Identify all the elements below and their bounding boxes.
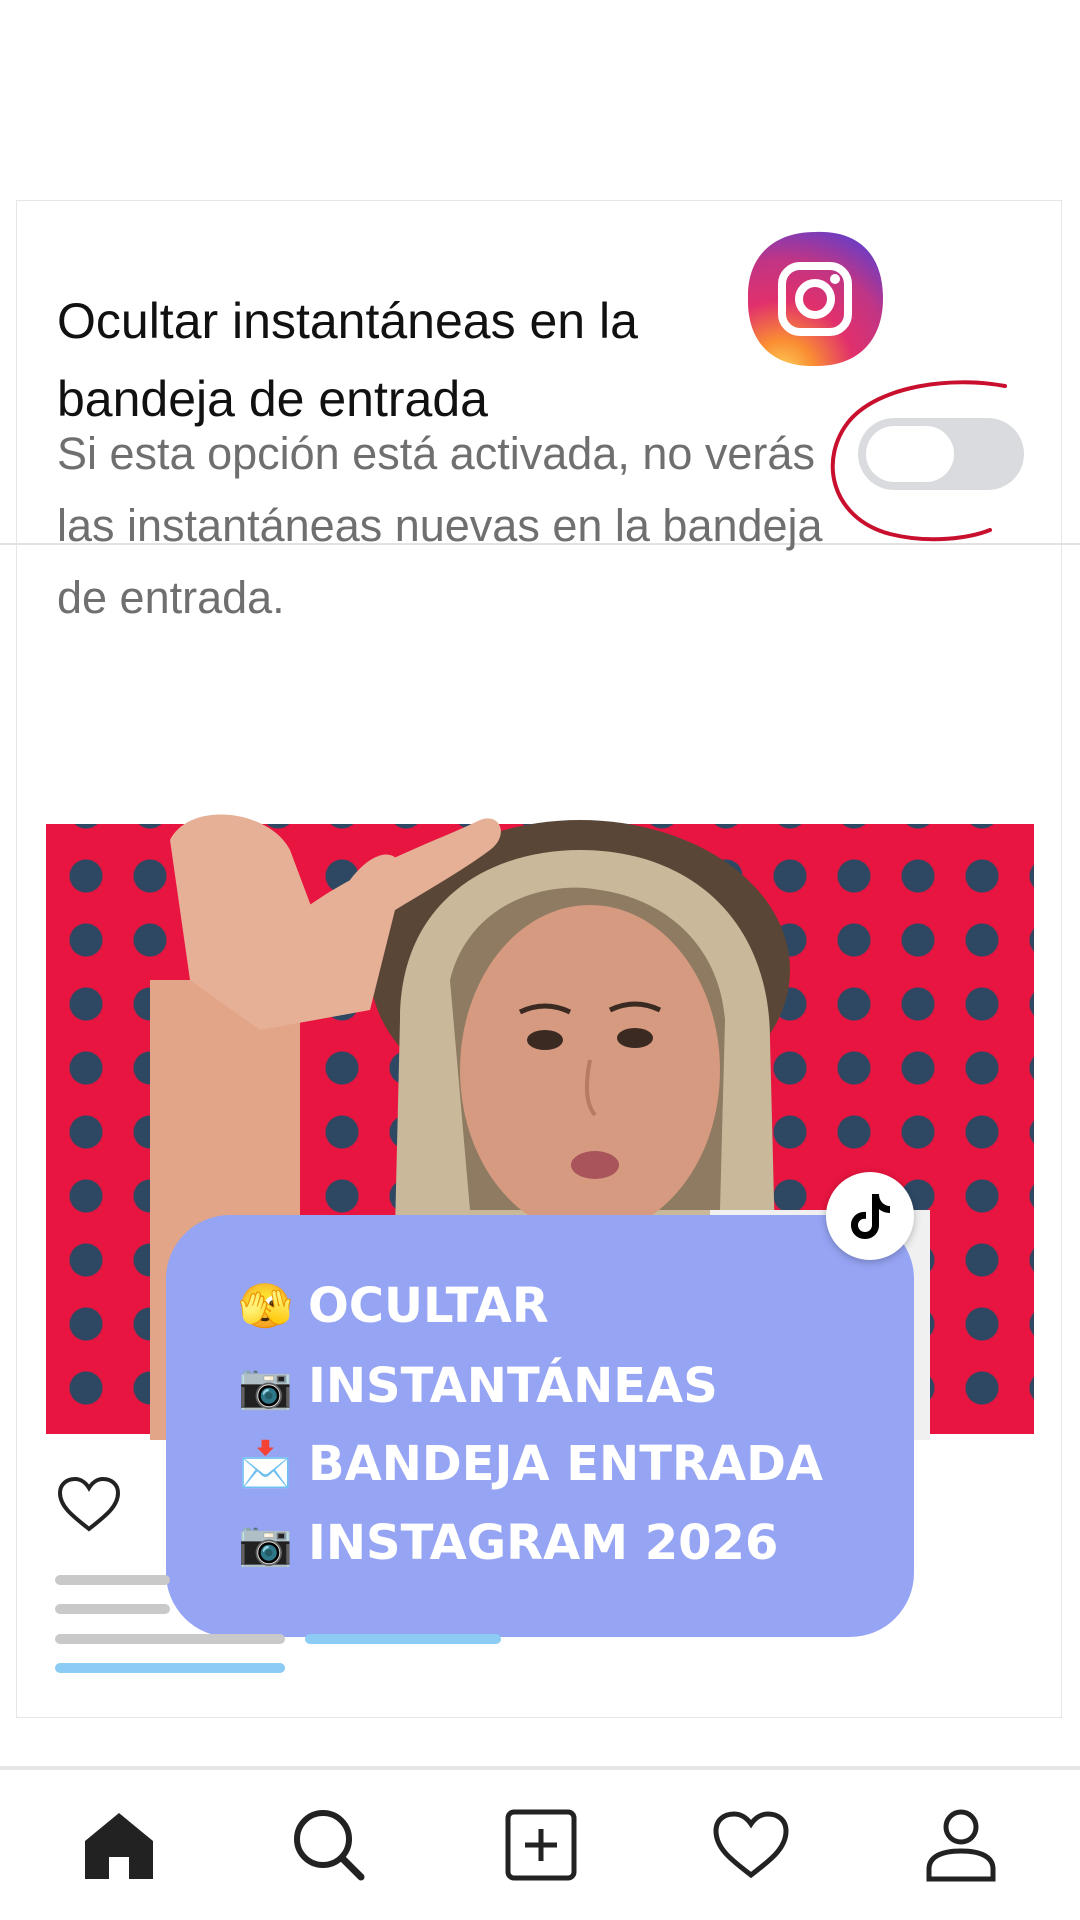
tab-home[interactable] (74, 1800, 164, 1890)
camera-icon: 📷 (238, 1361, 293, 1412)
tab-profile[interactable] (916, 1800, 1006, 1890)
placeholder-text-line (55, 1575, 170, 1585)
tiktok-badge[interactable] (826, 1172, 914, 1260)
placeholder-link-line (305, 1634, 501, 1644)
home-icon (85, 1813, 153, 1879)
overlay-line-text: INSTANTÁNEAS (308, 1358, 718, 1414)
tab-create[interactable] (496, 1800, 586, 1890)
instagram-logo-icon (747, 231, 884, 367)
top-blank-area (0, 0, 1080, 200)
overlay-line-text: OCULTAR (308, 1278, 549, 1334)
profile-icon (926, 1809, 996, 1882)
add-post-icon (505, 1809, 577, 1881)
overlay-line-text: BANDEJA ENTRADA (308, 1436, 824, 1492)
overlay-line: 📷 INSTANTÁNEAS (238, 1358, 718, 1414)
overlay-line: 🫣 OCULTAR (238, 1278, 549, 1334)
heart-icon (713, 1811, 789, 1879)
peeking-face-icon: 🫣 (238, 1281, 293, 1332)
setting-title: Ocultar instantáneas en la bandeja de en… (57, 293, 638, 427)
overlay-line-text: INSTAGRAM 2026 (308, 1515, 779, 1571)
placeholder-text-line (55, 1634, 285, 1644)
post-heart-icon[interactable] (56, 1475, 122, 1533)
camera-icon: 📷 (238, 1518, 293, 1569)
search-icon (294, 1810, 365, 1881)
placeholder-text-line (55, 1604, 170, 1614)
overlay-line: 📩 BANDEJA ENTRADA (238, 1436, 823, 1492)
overlay-line: 📷 INSTAGRAM 2026 (238, 1515, 778, 1571)
red-circle-annotation-icon (830, 380, 1007, 542)
setting-description: Si esta opción está activada, no verás l… (57, 428, 823, 623)
tab-activity[interactable] (706, 1800, 796, 1890)
placeholder-link-line (55, 1663, 285, 1673)
tiktok-icon (851, 1194, 890, 1239)
inbox-envelope-icon: 📩 (238, 1439, 293, 1490)
tab-search[interactable] (284, 1800, 374, 1890)
tabbar-divider (0, 1766, 1080, 1770)
